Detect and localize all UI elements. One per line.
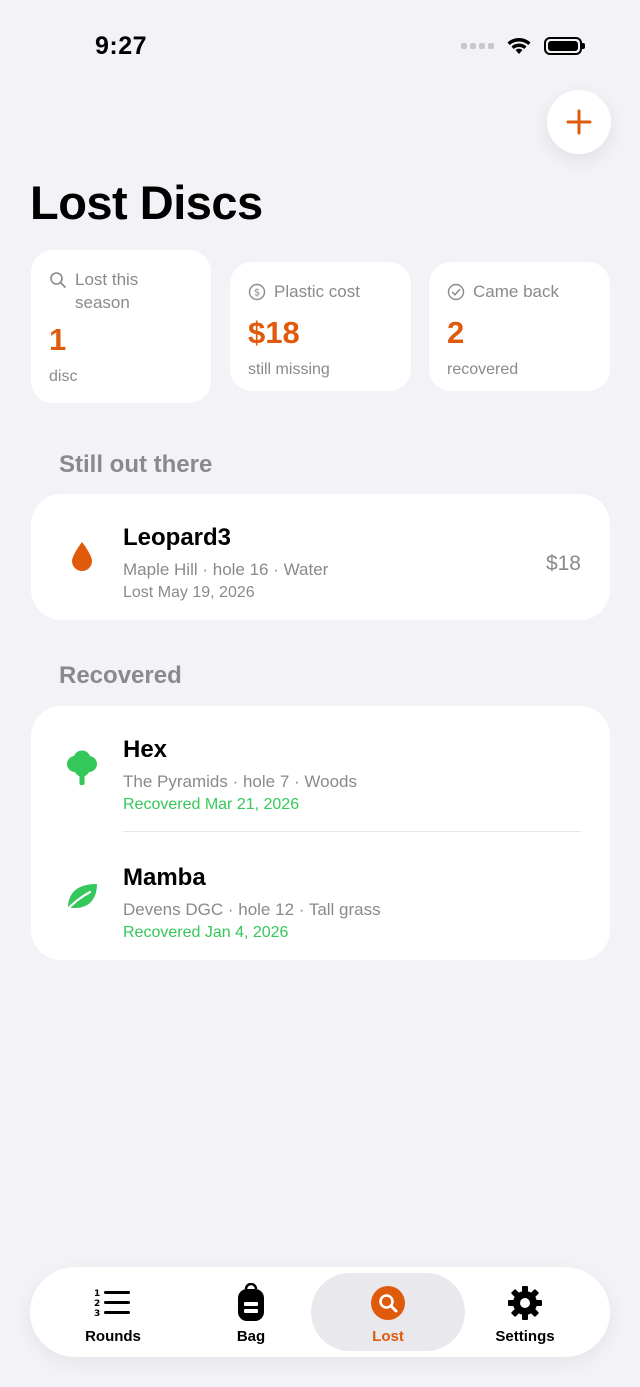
backpack-icon [238, 1283, 264, 1321]
disc-name: Mamba [123, 864, 206, 891]
disc-price: $18 [545, 552, 581, 575]
stat-card-lost-this-season: Lost this season 1 disc [31, 250, 211, 403]
disc-date: Recovered Jan 4, 2026 [123, 924, 289, 941]
list-item[interactable]: Leopard3 Maple Hill · hole 16 · Water Lo… [31, 500, 610, 610]
disc-name: Leopard3 [123, 524, 232, 551]
tab-rounds[interactable]: 1 2 3 Rounds [36, 1273, 190, 1351]
add-lost-disc-button[interactable] [547, 90, 611, 154]
tab-label: Bag [236, 1328, 266, 1345]
numbered-list-icon: 1 2 3 [94, 1289, 130, 1318]
dollar-circle-icon: $ [248, 283, 266, 301]
stat-card-plastic-cost: $ Plastic cost $18 still missing [230, 262, 411, 391]
disc-meta: The Pyramids · hole 7 · Woods [123, 772, 357, 791]
status-time: 9:27 [95, 32, 148, 60]
svg-text:1: 1 [94, 1289, 100, 1299]
tab-settings[interactable]: Settings [448, 1273, 602, 1351]
cellular-signal-icon [461, 43, 494, 49]
gear-icon [508, 1286, 542, 1320]
tab-bag[interactable]: Bag [174, 1273, 328, 1351]
stat-value: 2 [447, 315, 465, 350]
stat-sub: disc [49, 368, 78, 385]
disc-name: Hex [123, 736, 168, 763]
wifi-icon [507, 38, 531, 54]
stat-label: Plastic cost [274, 282, 360, 301]
stat-value: $18 [248, 315, 300, 350]
disc-meta: Maple Hill · hole 16 · Water [123, 560, 329, 579]
list-item[interactable]: Mamba Devens DGC · hole 12 · Tall grass … [31, 840, 610, 950]
stat-label: Lost this season [75, 270, 139, 312]
plus-icon [566, 109, 592, 135]
tab-label: Lost [372, 1328, 404, 1345]
leaf-icon [62, 876, 102, 916]
tab-lost[interactable]: Lost [311, 1273, 465, 1351]
recovered-card: Hex The Pyramids · hole 7 · Woods Recove… [31, 706, 610, 960]
svg-text:3: 3 [94, 1309, 100, 1318]
disc-meta: Devens DGC · hole 12 · Tall grass [123, 900, 381, 919]
search-icon [371, 1286, 405, 1320]
still-out-card: Leopard3 Maple Hill · hole 16 · Water Lo… [31, 494, 610, 620]
status-icons [461, 36, 585, 56]
tree-icon [62, 748, 102, 788]
svg-text:$: $ [254, 288, 260, 299]
stat-sub: recovered [447, 361, 519, 378]
tab-bar: 1 2 3 Rounds Bag Lost Settings [30, 1267, 610, 1357]
row-divider [123, 831, 581, 832]
section-title-still-out-there: Still out there [59, 451, 213, 478]
disc-date: Recovered Mar 21, 2026 [123, 796, 300, 813]
page-title: Lost Discs [30, 176, 263, 229]
list-item[interactable]: Hex The Pyramids · hole 7 · Woods Recove… [31, 712, 610, 822]
stat-label: Came back [473, 282, 559, 301]
tab-label: Settings [495, 1328, 555, 1345]
stat-sub: still missing [248, 361, 330, 378]
water-drop-icon [62, 536, 102, 576]
disc-date: Lost May 19, 2026 [123, 584, 255, 601]
checkmark-circle-icon [447, 283, 465, 301]
battery-icon [544, 37, 585, 55]
stat-value: 1 [49, 322, 67, 357]
section-title-recovered: Recovered [59, 662, 182, 689]
svg-text:2: 2 [94, 1299, 100, 1309]
tab-label: Rounds [85, 1328, 141, 1345]
stat-card-came-back: Came back 2 recovered [429, 262, 610, 391]
search-icon [50, 272, 66, 288]
